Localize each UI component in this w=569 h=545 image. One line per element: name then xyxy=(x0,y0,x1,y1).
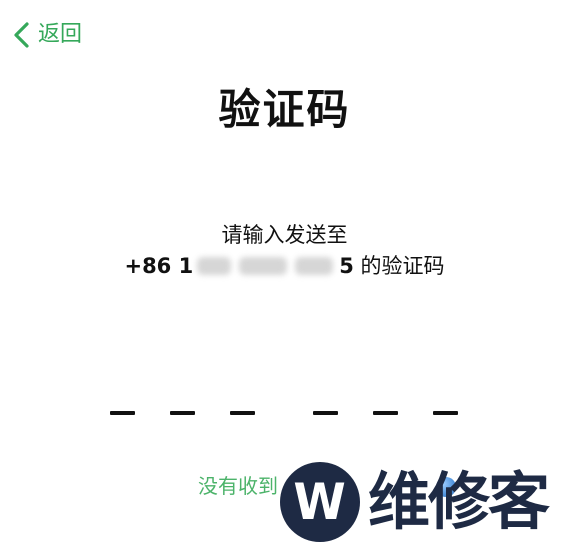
watermark-text: 维修客 xyxy=(368,465,550,538)
code-slot[interactable] xyxy=(433,411,458,415)
watermark-logo: W xyxy=(280,462,360,542)
prompt-line: 请输入发送至 xyxy=(221,223,348,247)
code-slot[interactable] xyxy=(230,411,255,415)
code-input[interactable] xyxy=(110,409,458,417)
code-slot[interactable] xyxy=(373,411,398,415)
back-label: 返回 xyxy=(38,22,83,47)
code-slot[interactable] xyxy=(110,411,135,415)
phone-line: +86 1 5 的验证码 xyxy=(0,252,569,280)
back-button[interactable]: 返回 xyxy=(12,20,82,50)
resend-link[interactable]: 没有收到 xyxy=(198,472,278,500)
code-group-right xyxy=(313,411,458,415)
prompt-tail: 的验证码 xyxy=(353,254,445,278)
chevron-left-icon xyxy=(12,21,32,49)
verification-code-screen: 返回 验证码 请输入发送至 +86 1 5 的验证码 没有收到 W 维修客 xyxy=(0,0,569,545)
phone-number-redacted xyxy=(197,255,337,277)
phone-suffix: 5 xyxy=(339,254,354,278)
code-slot[interactable] xyxy=(170,411,195,415)
watermark-mark: W xyxy=(293,473,347,531)
code-slot[interactable] xyxy=(313,411,338,415)
page-title: 验证码 xyxy=(218,85,351,134)
code-group-left xyxy=(110,411,255,415)
phone-prefix: +86 1 xyxy=(124,254,194,278)
